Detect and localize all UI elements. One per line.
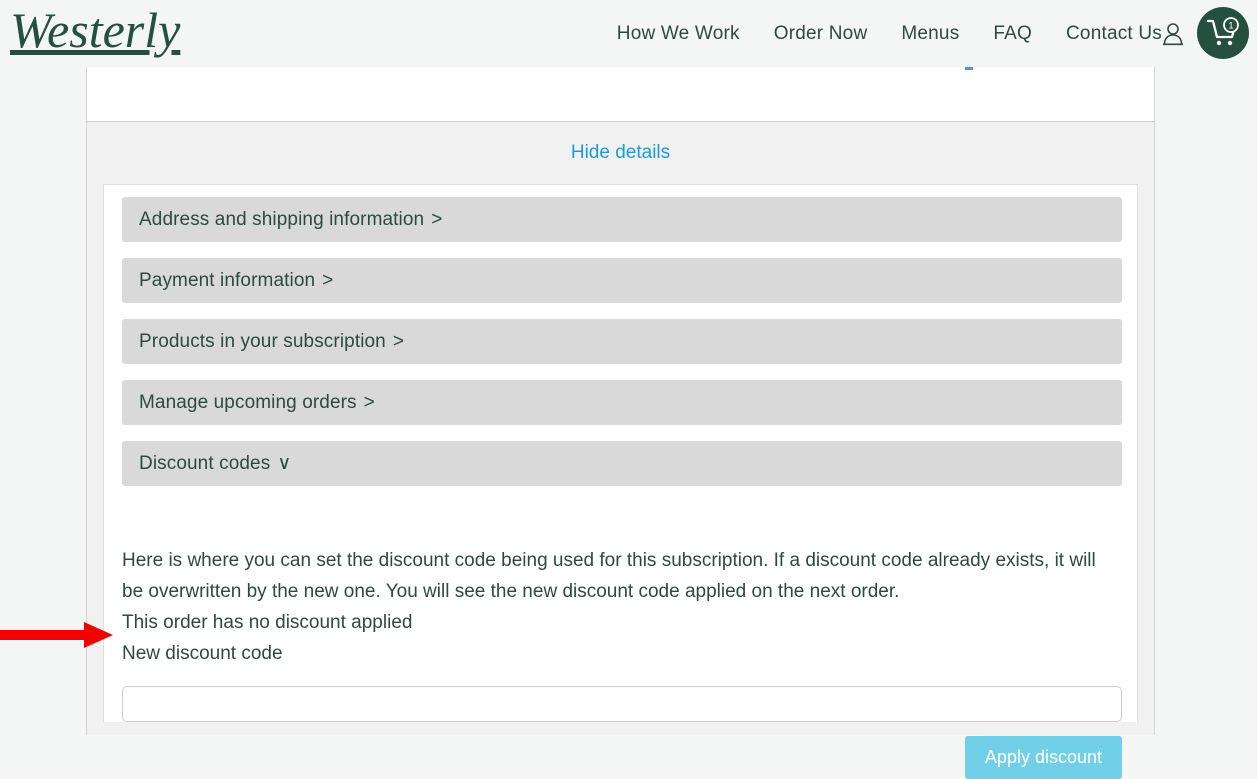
- chevron-right-icon: >: [393, 331, 404, 353]
- accordion-label: Discount codes: [139, 453, 270, 475]
- nav-item-order-now[interactable]: Order Now: [774, 23, 868, 45]
- discount-status-text: This order has no discount applied: [122, 607, 1122, 638]
- accordion-label: Products in your subscription: [139, 331, 386, 353]
- page-content-frame: Hide details Address and shipping inform…: [86, 67, 1155, 735]
- cart-badge-count: 1: [1228, 21, 1233, 31]
- site-logo[interactable]: Westerly: [10, 0, 180, 62]
- chevron-right-icon: >: [322, 270, 333, 292]
- nav-item-menus[interactable]: Menus: [901, 23, 959, 45]
- new-discount-code-input[interactable]: [122, 686, 1122, 722]
- hide-details-row: Hide details: [87, 122, 1154, 184]
- main-navigation: How We Work Order Now Menus FAQ Contact …: [617, 0, 1162, 67]
- shopping-cart-icon: 1: [1206, 17, 1240, 49]
- apply-discount-button[interactable]: Apply discount: [965, 736, 1122, 779]
- nav-item-faq[interactable]: FAQ: [993, 23, 1032, 45]
- nav-item-contact-us[interactable]: Contact Us: [1066, 23, 1162, 45]
- accordion-item-manage-upcoming-orders[interactable]: Manage upcoming orders >: [122, 380, 1122, 425]
- accordion-item-products-in-subscription[interactable]: Products in your subscription >: [122, 319, 1122, 364]
- user-icon[interactable]: [1161, 21, 1185, 47]
- chevron-right-icon: >: [431, 209, 442, 231]
- discount-codes-content: Here is where you can set the discount c…: [122, 545, 1122, 779]
- accordion-label: Address and shipping information: [139, 209, 424, 231]
- chevron-down-icon: ∨: [277, 452, 291, 475]
- subscription-details-panel: Address and shipping information > Payme…: [103, 184, 1138, 722]
- hide-details-link[interactable]: Hide details: [571, 142, 670, 164]
- discount-description: Here is where you can set the discount c…: [122, 545, 1122, 607]
- accordion-item-payment-information[interactable]: Payment information >: [122, 258, 1122, 303]
- site-header: Westerly How We Work Order Now Menus FAQ…: [0, 0, 1257, 67]
- cart-button[interactable]: 1: [1197, 7, 1249, 59]
- accordion-item-address-and-shipping[interactable]: Address and shipping information >: [122, 197, 1122, 242]
- nav-item-how-we-work[interactable]: How We Work: [617, 23, 740, 45]
- apply-discount-row: Apply discount: [122, 736, 1122, 779]
- accordion-label: Payment information: [139, 270, 315, 292]
- accordion-item-discount-codes[interactable]: Discount codes ∨: [122, 441, 1122, 486]
- subscription-accordion: Address and shipping information > Payme…: [104, 185, 1139, 486]
- order-summary-card-cutoff: [87, 67, 1154, 122]
- cutoff-link-fragment: [965, 67, 973, 70]
- new-discount-code-label: New discount code: [122, 638, 1122, 669]
- chevron-right-icon: >: [364, 392, 375, 414]
- accordion-label: Manage upcoming orders: [139, 392, 357, 414]
